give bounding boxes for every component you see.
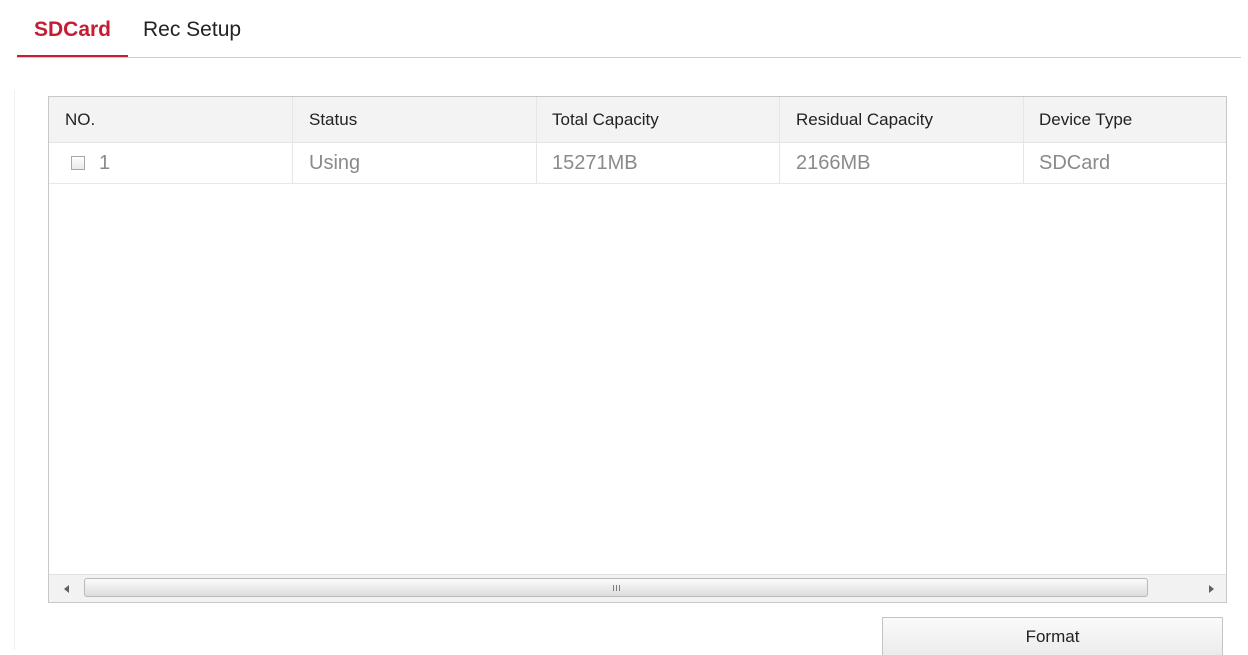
storage-table: NO. Status Total Capacity Residual Capac… [48, 96, 1227, 603]
column-header-device-type: Device Type [1039, 109, 1133, 129]
scroll-right-button[interactable] [1196, 575, 1226, 602]
column-header-residual-capacity: Residual Capacity [796, 109, 934, 129]
column-header-no: NO. [65, 109, 96, 129]
column-divider [292, 143, 293, 183]
column-divider [1023, 97, 1024, 142]
column-header-total-capacity: Total Capacity [552, 109, 659, 129]
row-checkbox[interactable] [71, 156, 85, 170]
scrollbar-thumb[interactable] [84, 578, 1148, 597]
cell-total-capacity: 15271MB [552, 151, 638, 174]
column-header-status: Status [309, 109, 358, 129]
column-divider [1023, 143, 1024, 183]
column-divider [292, 97, 293, 142]
storage-page: SDCard Rec Setup NO. Status Total Capaci… [0, 0, 1248, 655]
cell-device-type: SDCard [1039, 151, 1111, 174]
cell-status: Using [309, 151, 361, 174]
column-divider [536, 97, 537, 142]
format-button[interactable]: Format [882, 617, 1223, 655]
column-divider [779, 97, 780, 142]
column-divider [536, 143, 537, 183]
tab-sdcard[interactable]: SDCard [17, 0, 128, 57]
tab-rec-setup[interactable]: Rec Setup [128, 0, 241, 57]
column-divider [779, 143, 780, 183]
cell-no: 1 [65, 143, 110, 183]
frame-edge [14, 90, 15, 650]
row-number: 1 [99, 151, 111, 174]
chevron-left-icon [63, 584, 69, 593]
table-row[interactable]: 1 Using 15271MB 2166MB SDCard [49, 143, 1226, 184]
scroll-left-button[interactable] [51, 575, 81, 602]
cell-residual-capacity: 2166MB [796, 151, 871, 174]
scroll-grip-icon [613, 585, 622, 591]
table-header: NO. Status Total Capacity Residual Capac… [49, 97, 1226, 143]
horizontal-scrollbar[interactable] [49, 574, 1226, 602]
tab-bar: SDCard Rec Setup [17, 0, 1241, 58]
chevron-right-icon [1208, 584, 1214, 593]
